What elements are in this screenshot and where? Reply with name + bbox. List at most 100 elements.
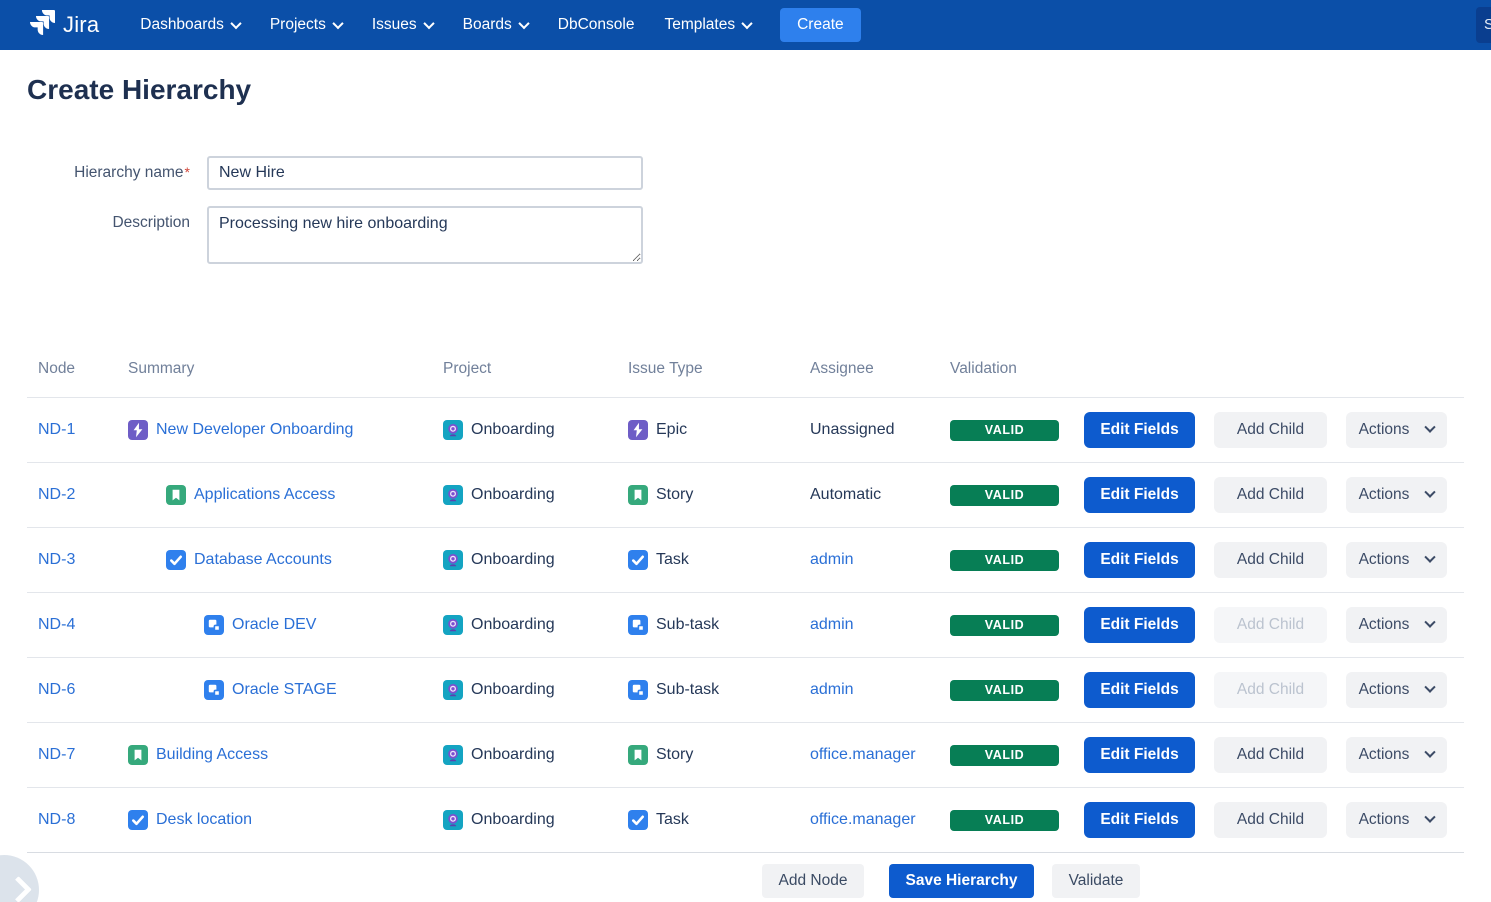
summary-link[interactable]: Oracle DEV [232,616,316,634]
edit-fields-button[interactable]: Edit Fields [1084,672,1195,708]
project-avatar-icon [443,615,463,635]
project-avatar-icon [443,485,463,505]
assignee[interactable]: admin [810,681,854,699]
chevron-down-icon [1425,747,1436,758]
chevron-down-icon [230,18,241,29]
nav-menu: Dashboards Projects Issues Boards DbCons… [125,0,766,50]
table-row: ND-4 Oracle DEV Onboarding [27,592,1464,657]
actions-button[interactable]: Actions [1346,607,1447,643]
node-id-link[interactable]: ND-1 [38,421,75,439]
column-header-assignee: Assignee [799,360,939,378]
edit-fields-button[interactable]: Edit Fields [1084,412,1195,448]
project-name: Onboarding [471,616,555,634]
project-name: Onboarding [471,681,555,699]
assignee[interactable]: office.manager [810,746,916,764]
table-rows: ND-1 New Developer Onboarding Onboarding [27,397,1464,852]
actions-button[interactable]: Actions [1346,412,1447,448]
sidebar-expand-button[interactable] [0,855,39,902]
description-row: Description Processing new hire onboardi… [0,206,643,264]
nav-item-templates[interactable]: Templates [649,0,766,50]
summary-link[interactable]: Building Access [156,746,268,764]
table-row: ND-1 New Developer Onboarding Onboarding [27,397,1464,462]
story-icon [166,485,186,505]
table-header: Node Summary Project Issue Type Assignee… [27,341,1464,397]
hierarchy-name-input[interactable] [207,156,643,190]
column-header-issue-type: Issue Type [617,360,799,378]
edit-fields-button[interactable]: Edit Fields [1084,477,1195,513]
page-title: Create Hierarchy [27,74,251,106]
validation-badge: VALID [950,485,1059,506]
table-row: ND-8 Desk location Onboarding [27,787,1464,852]
project-avatar-icon [443,550,463,570]
task-icon [166,550,186,570]
nav-item-boards[interactable]: Boards [448,0,543,50]
summary-link[interactable]: Oracle STAGE [232,681,337,699]
nav-item-dbconsole[interactable]: DbConsole [543,0,650,50]
task-icon [628,810,648,830]
jira-logo[interactable]: Jira [30,10,99,40]
validation-badge: VALID [950,420,1059,441]
edit-fields-button[interactable]: Edit Fields [1084,607,1195,643]
description-label: Description [0,206,190,232]
chevron-down-icon [332,18,343,29]
node-id-link[interactable]: ND-7 [38,746,75,764]
project-name: Onboarding [471,746,555,764]
top-nav: Jira Dashboards Projects Issues Boards D… [0,0,1491,50]
nav-item-dashboards[interactable]: Dashboards [125,0,255,50]
nav-item-issues[interactable]: Issues [357,0,448,50]
table-row: ND-3 Database Accounts Onboarding [27,527,1464,592]
nav-item-projects[interactable]: Projects [255,0,357,50]
node-id-link[interactable]: ND-4 [38,616,75,634]
chevron-down-icon [1425,812,1436,823]
issue-type-label: Sub-task [656,616,719,634]
actions-button[interactable]: Actions [1346,672,1447,708]
node-id-link[interactable]: ND-3 [38,551,75,569]
actions-button[interactable]: Actions [1346,477,1447,513]
add-child-button[interactable]: Add Child [1214,607,1327,643]
save-hierarchy-button[interactable]: Save Hierarchy [889,864,1034,898]
node-id-link[interactable]: ND-8 [38,811,75,829]
add-child-button[interactable]: Add Child [1214,477,1327,513]
project-avatar-icon [443,680,463,700]
add-child-button[interactable]: Add Child [1214,737,1327,773]
assignee[interactable]: admin [810,551,854,569]
subtask-icon [204,680,224,700]
add-child-button[interactable]: Add Child [1214,542,1327,578]
validation-badge: VALID [950,615,1059,636]
summary-link[interactable]: Database Accounts [194,551,332,569]
description-textarea[interactable]: Processing new hire onboarding [207,206,643,264]
edit-fields-button[interactable]: Edit Fields [1084,542,1195,578]
create-button[interactable]: Create [780,8,861,42]
assignee[interactable]: office.manager [810,811,916,829]
summary-link[interactable]: Applications Access [194,486,335,504]
project-avatar-icon [443,420,463,440]
subtask-icon [628,680,648,700]
add-child-button[interactable]: Add Child [1214,412,1327,448]
node-id-link[interactable]: ND-6 [38,681,75,699]
search-input[interactable]: S [1476,7,1491,43]
story-icon [628,745,648,765]
edit-fields-button[interactable]: Edit Fields [1084,802,1195,838]
edit-fields-button[interactable]: Edit Fields [1084,737,1195,773]
add-child-button[interactable]: Add Child [1214,802,1327,838]
validate-button[interactable]: Validate [1052,864,1140,898]
required-asterisk: * [185,164,190,180]
summary-link[interactable]: Desk location [156,811,252,829]
actions-button[interactable]: Actions [1346,802,1447,838]
chevron-down-icon [518,18,529,29]
story-icon [628,485,648,505]
assignee[interactable]: admin [810,616,854,634]
project-name: Onboarding [471,421,555,439]
node-id-link[interactable]: ND-2 [38,486,75,504]
column-header-node: Node [27,360,117,378]
add-node-button[interactable]: Add Node [762,864,864,898]
summary-link[interactable]: New Developer Onboarding [156,421,353,439]
story-icon [128,745,148,765]
column-header-project: Project [432,360,617,378]
add-child-button[interactable]: Add Child [1214,672,1327,708]
actions-button[interactable]: Actions [1346,542,1447,578]
table-row: ND-7 Building Access Onboarding [27,722,1464,787]
task-icon [628,550,648,570]
actions-button[interactable]: Actions [1346,737,1447,773]
issue-type-label: Task [656,551,689,569]
